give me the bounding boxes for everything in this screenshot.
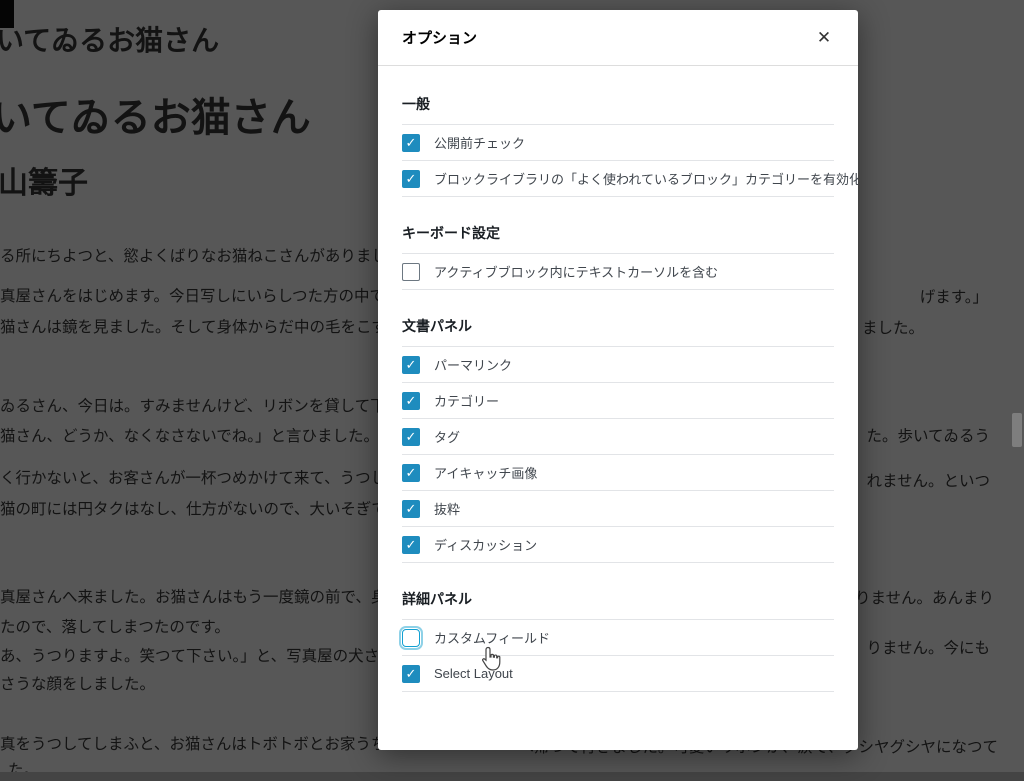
checkbox-checked-icon[interactable]: ✓ [402, 536, 420, 554]
checkbox-checked-icon[interactable]: ✓ [402, 392, 420, 410]
option-row[interactable]: ✓ カテゴリー [402, 383, 834, 419]
option-label[interactable]: カスタムフィールド [434, 628, 550, 647]
checkbox-checked-icon[interactable]: ✓ [402, 428, 420, 446]
section-heading: 文書パネル [402, 316, 834, 347]
options-section: 詳細パネル ✓ カスタムフィールド ✓ Select Layout [402, 589, 834, 692]
checkbox-checked-icon[interactable]: ✓ [402, 500, 420, 518]
checkbox-checked-icon[interactable]: ✓ [402, 665, 420, 683]
option-label[interactable]: ディスカッション [434, 535, 537, 554]
options-section: 文書パネル ✓ パーマリンク ✓ カテゴリー ✓ タグ ✓ アイキャッチ画像 ✓ 抜粋 ✓ ディスカッシ… [402, 316, 834, 563]
options-modal: オプション ✕ 一般✓公開前チェック✓ブロックライブラリの「よく使われているブロ… [378, 10, 858, 750]
screen: いてゐるお猫さんいてゐるお猫さん山籌子る所にちよつと、慾よくばりなお猫ねこさんが… [0, 0, 1024, 781]
checkbox-checked-icon[interactable]: ✓ [402, 464, 420, 482]
option-row[interactable]: ✓ 抜粋 [402, 491, 834, 527]
option-label[interactable]: Select Layout [434, 666, 513, 681]
options-section: 一般 ✓ 公開前チェック ✓ブロックライブラリの「よく使われているブロック」カテゴリー… [402, 94, 834, 197]
modal-title: オプション [402, 27, 477, 48]
option-row[interactable]: ✓ アイキャッチ画像 [402, 455, 834, 491]
option-row[interactable]: ✓ブロックライブラリの「よく使われているブロック」カテゴリーを有効化 [402, 161, 834, 197]
checkbox-checked-icon[interactable]: ✓ [402, 134, 420, 152]
option-label[interactable]: ブロックライブラリの「よく使われているブロック」カテゴリーを有効化 [434, 169, 858, 188]
option-label[interactable]: パーマリンク [434, 355, 512, 374]
close-button[interactable]: ✕ [808, 22, 840, 54]
option-label[interactable]: カテゴリー [434, 391, 499, 410]
checkbox-checked-icon[interactable]: ✓ [402, 356, 420, 374]
section-heading: キーボード設定 [402, 223, 834, 254]
option-row[interactable]: ✓ カスタムフィールド [402, 620, 834, 656]
option-label[interactable]: 抜粋 [434, 499, 460, 518]
option-row[interactable]: ✓ タグ [402, 419, 834, 455]
section-heading: 一般 [402, 94, 834, 125]
option-label[interactable]: タグ [434, 427, 460, 446]
option-row[interactable]: ✓ パーマリンク [402, 347, 834, 383]
option-label[interactable]: アクティブブロック内にテキストカーソルを含む [434, 262, 718, 281]
option-label[interactable]: 公開前チェック [434, 133, 525, 152]
modal-content: 一般✓公開前チェック✓ブロックライブラリの「よく使われているブロック」カテゴリー… [378, 66, 858, 716]
option-label[interactable]: アイキャッチ画像 [434, 463, 537, 482]
option-row[interactable]: ✓ 公開前チェック [402, 125, 834, 161]
checkbox-unchecked-icon[interactable]: ✓ [402, 629, 420, 647]
checkbox-unchecked-icon[interactable]: ✓ [402, 263, 420, 281]
close-icon: ✕ [817, 28, 831, 47]
option-row[interactable]: ✓ アクティブブロック内にテキストカーソルを含む [402, 254, 834, 290]
checkbox-checked-icon[interactable]: ✓ [402, 170, 420, 188]
options-section: キーボード設定 ✓ アクティブブロック内にテキストカーソルを含む [402, 223, 834, 290]
option-row[interactable]: ✓ Select Layout [402, 656, 834, 692]
option-row[interactable]: ✓ ディスカッション [402, 527, 834, 563]
section-heading: 詳細パネル [402, 589, 834, 620]
scrollbar-thumb[interactable] [1012, 413, 1022, 447]
modal-header: オプション ✕ [378, 10, 858, 66]
